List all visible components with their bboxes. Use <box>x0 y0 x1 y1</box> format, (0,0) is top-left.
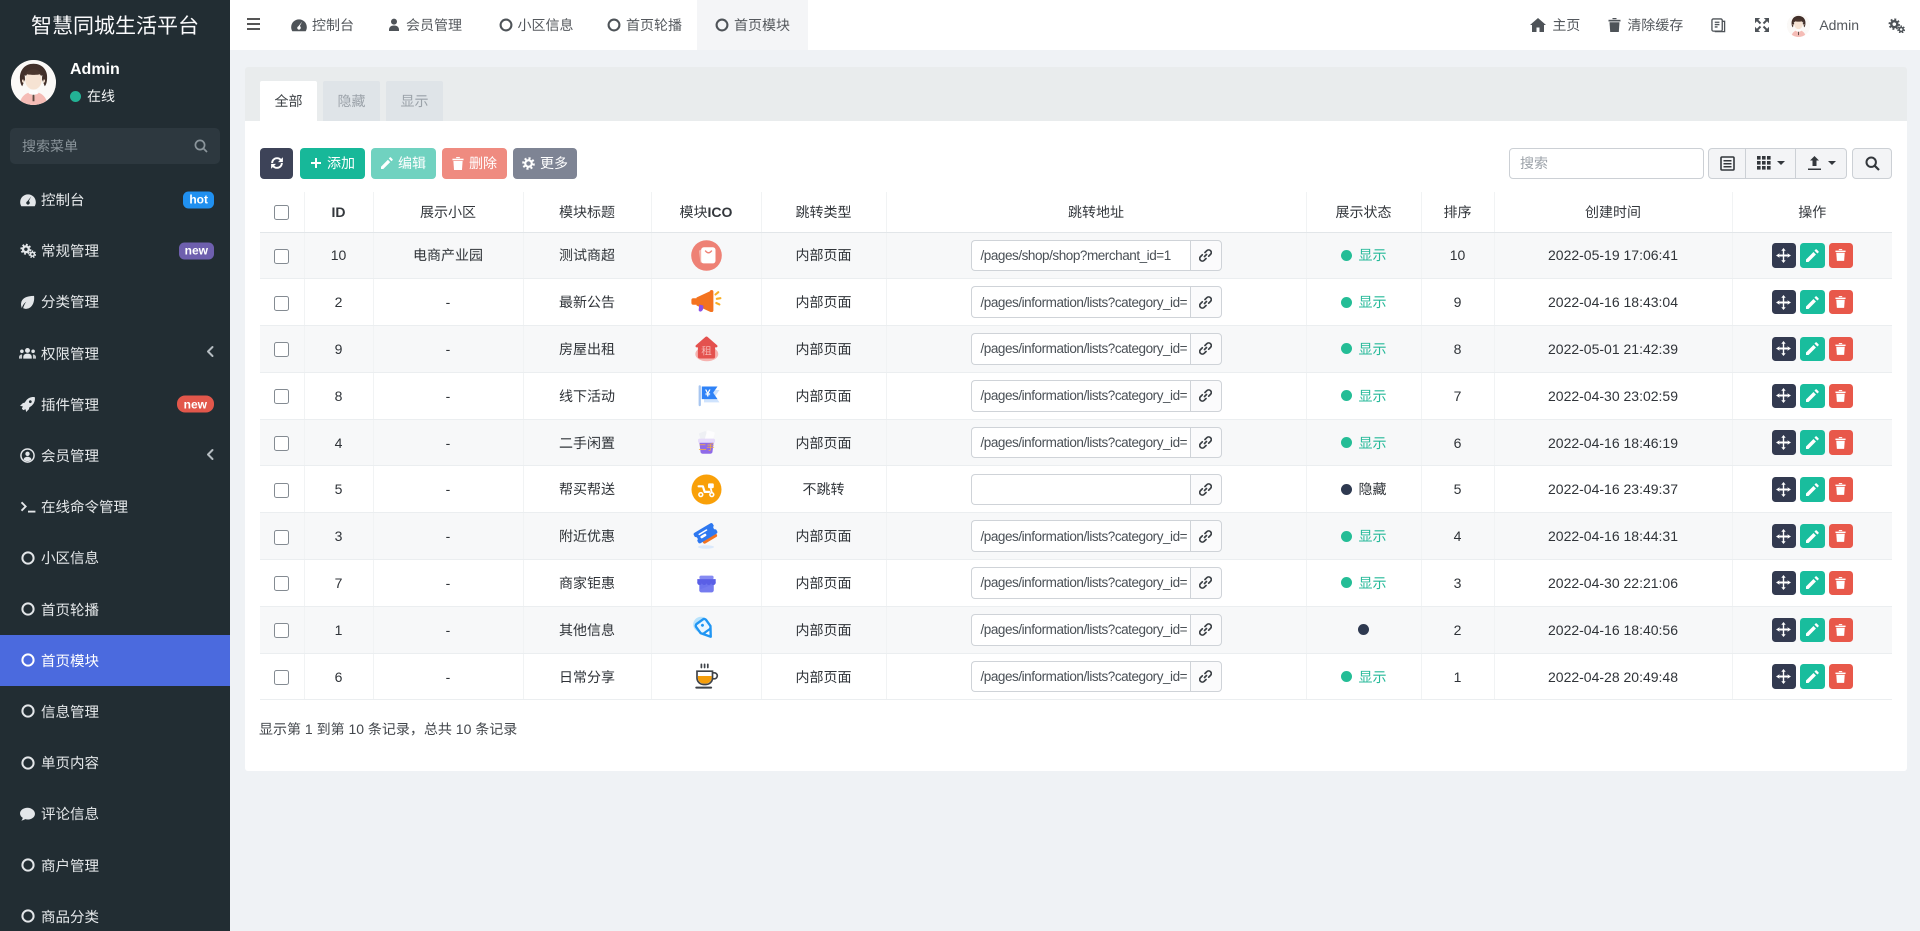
svg-text:¥: ¥ <box>705 389 711 400</box>
svg-text:租: 租 <box>701 344 712 359</box>
svg-text:二手: 二手 <box>698 442 714 453</box>
